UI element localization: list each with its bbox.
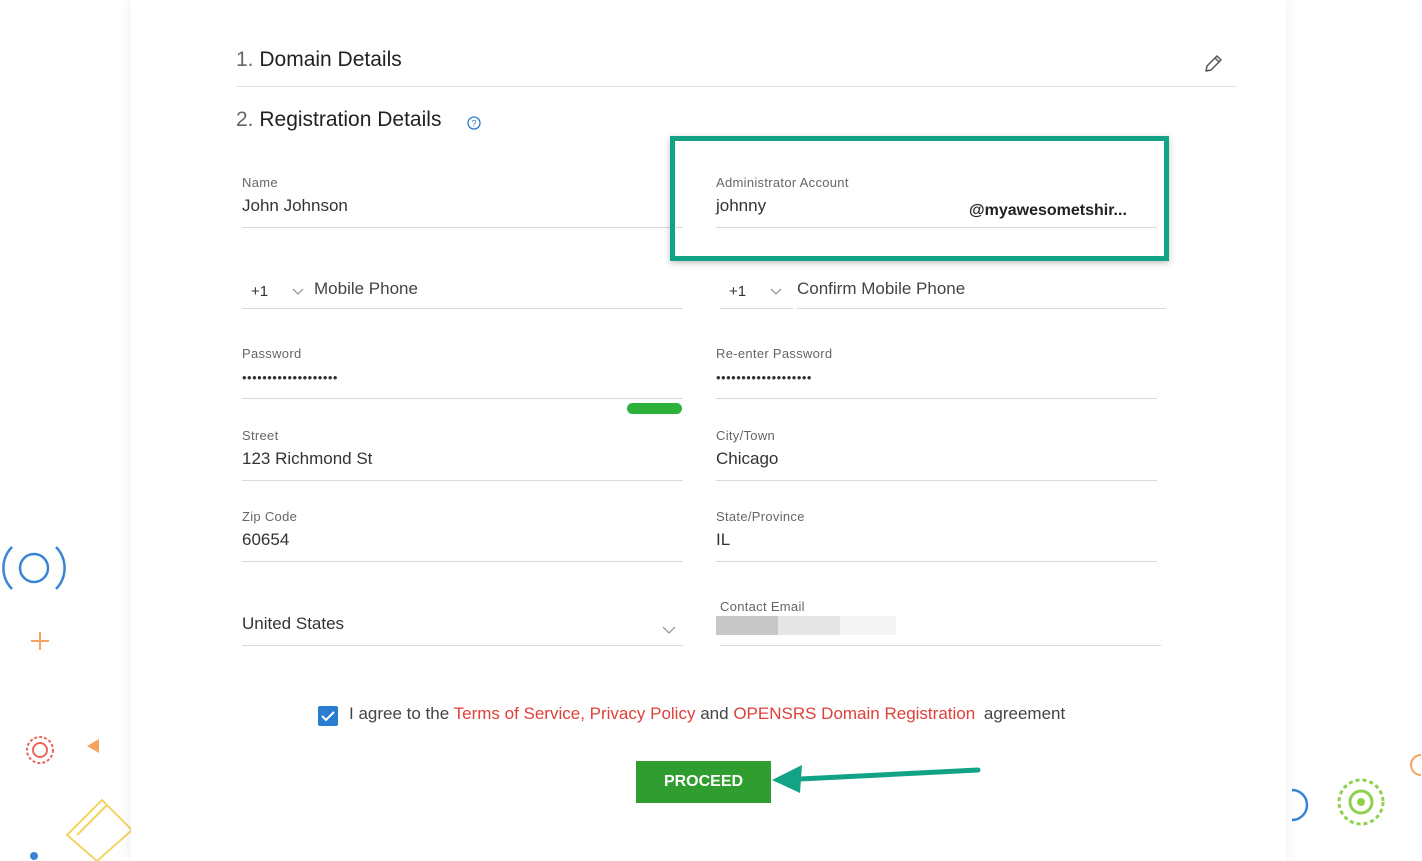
zip-value: 60654 bbox=[242, 530, 290, 549]
city-value: Chicago bbox=[716, 449, 779, 468]
decorative-dot-icon bbox=[30, 852, 38, 860]
decorative-circles-icon bbox=[2, 546, 66, 590]
field-underline bbox=[716, 398, 1157, 399]
highlight-box bbox=[670, 136, 1169, 261]
confirm-mobile-phone-input[interactable]: Confirm Mobile Phone bbox=[797, 279, 965, 299]
field-underline bbox=[242, 308, 683, 309]
password-field[interactable]: Password ••••••••••••••••••• bbox=[242, 346, 683, 399]
street-field[interactable]: Street 123 Richmond St bbox=[242, 428, 683, 481]
reenter-password-label: Re-enter Password bbox=[716, 346, 833, 361]
name-label: Name bbox=[242, 175, 278, 190]
street-value: 123 Richmond St bbox=[242, 449, 373, 468]
section-title-text: Domain Details bbox=[259, 48, 402, 71]
reenter-password-value: ••••••••••••••••••• bbox=[716, 370, 812, 385]
section-number: 2. bbox=[236, 108, 254, 131]
decorative-gear-icon bbox=[1337, 778, 1385, 826]
field-underline bbox=[720, 308, 793, 309]
section-registration-details-title: 2. Registration Details bbox=[236, 108, 441, 132]
country-value: United States bbox=[242, 614, 345, 633]
street-label: Street bbox=[242, 428, 279, 443]
state-label: State/Province bbox=[716, 509, 805, 524]
section-divider bbox=[236, 86, 1237, 87]
field-underline bbox=[242, 480, 683, 481]
state-field[interactable]: State/Province IL bbox=[716, 509, 1157, 562]
chevron-down-icon[interactable] bbox=[770, 288, 782, 296]
section-domain-details-title: 1. Domain Details bbox=[236, 48, 402, 72]
password-value: ••••••••••••••••••• bbox=[242, 370, 338, 385]
section-title-text: Registration Details bbox=[259, 108, 442, 131]
mobile-phone-input[interactable]: Mobile Phone bbox=[314, 279, 418, 299]
zip-field[interactable]: Zip Code 60654 bbox=[242, 509, 683, 562]
decorative-arc-icon bbox=[1291, 788, 1309, 822]
name-field[interactable]: Name John Johnson bbox=[242, 175, 683, 228]
annotation-arrow-icon bbox=[772, 765, 981, 793]
decorative-flower-icon bbox=[26, 736, 54, 764]
agreement-prefix: I agree to the bbox=[349, 704, 450, 723]
decorative-triangle-icon bbox=[87, 739, 99, 753]
mobile-country-code[interactable]: +1 bbox=[251, 283, 268, 300]
agree-checkbox[interactable] bbox=[318, 706, 338, 726]
proceed-button[interactable]: PROCEED bbox=[636, 761, 771, 803]
reenter-password-field[interactable]: Re-enter Password ••••••••••••••••••• bbox=[716, 346, 1157, 399]
field-underline bbox=[242, 645, 683, 646]
field-underline bbox=[242, 227, 683, 228]
chevron-down-icon[interactable] bbox=[662, 626, 676, 635]
field-underline bbox=[716, 480, 1157, 481]
decorative-plus-icon bbox=[31, 632, 49, 650]
opensrs-link[interactable]: OPENSRS Domain Registration bbox=[733, 704, 975, 723]
question-circle-icon[interactable]: ? bbox=[467, 116, 481, 130]
field-underline bbox=[797, 308, 1166, 309]
section-number: 1. bbox=[236, 48, 254, 71]
zip-label: Zip Code bbox=[242, 509, 298, 524]
city-label: City/Town bbox=[716, 428, 776, 443]
country-select[interactable]: United States bbox=[242, 614, 683, 646]
decorative-folder-icon bbox=[65, 798, 132, 861]
field-underline bbox=[242, 398, 683, 399]
privacy-policy-link[interactable]: Privacy Policy bbox=[590, 704, 696, 723]
contact-email-label: Contact Email bbox=[720, 599, 805, 614]
redacted-email bbox=[840, 616, 896, 635]
decorative-arc-right-icon bbox=[1410, 754, 1422, 776]
password-label: Password bbox=[242, 346, 302, 361]
checkmark-icon bbox=[321, 711, 335, 722]
name-value: John Johnson bbox=[242, 196, 348, 215]
agreement-and: and bbox=[700, 704, 729, 723]
terms-of-service-link[interactable]: Terms of Service, bbox=[454, 704, 585, 723]
chevron-down-icon[interactable] bbox=[292, 288, 304, 296]
svg-text:?: ? bbox=[471, 119, 476, 129]
pencil-icon[interactable] bbox=[1203, 54, 1223, 74]
redacted-email bbox=[716, 616, 778, 635]
password-strength-bar bbox=[627, 403, 682, 414]
city-field[interactable]: City/Town Chicago bbox=[716, 428, 1157, 481]
field-underline bbox=[242, 561, 683, 562]
state-value: IL bbox=[716, 530, 731, 549]
redacted-email bbox=[778, 616, 840, 635]
agreement-suffix: agreement bbox=[983, 704, 1066, 723]
confirm-mobile-country-code[interactable]: +1 bbox=[729, 283, 746, 300]
field-underline bbox=[720, 645, 1161, 646]
field-underline bbox=[716, 561, 1157, 562]
agreement-text: I agree to the Terms of Service, Privacy… bbox=[349, 704, 1065, 724]
